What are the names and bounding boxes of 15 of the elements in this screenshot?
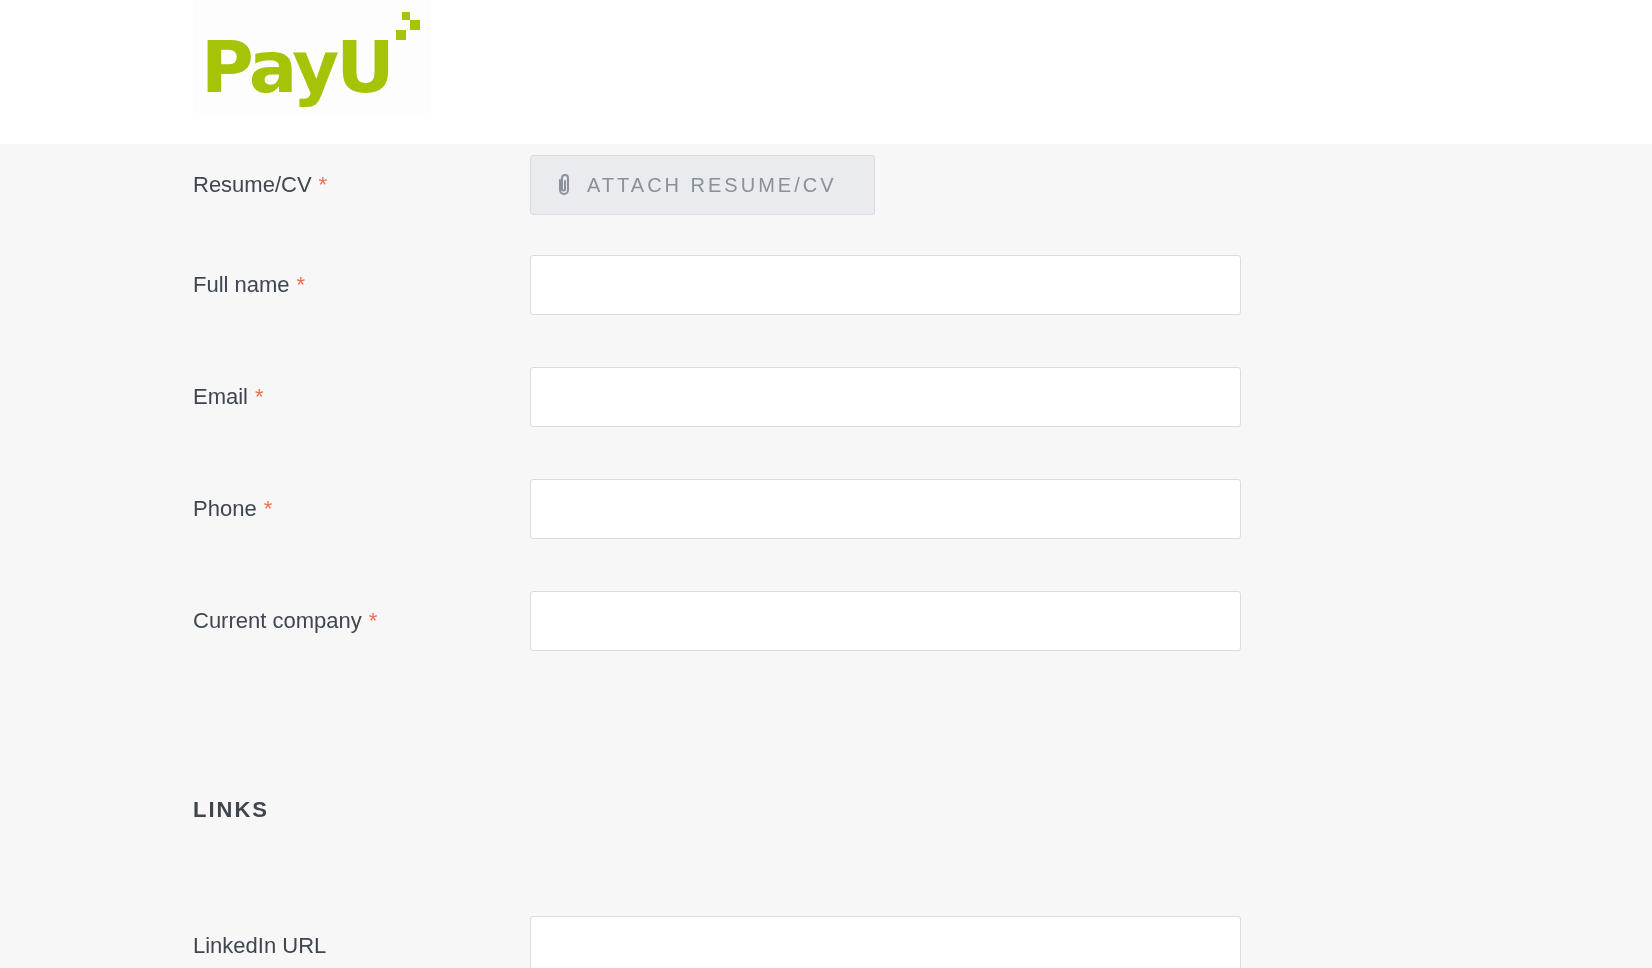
field-label: Email *	[193, 383, 265, 410]
text-field[interactable]	[530, 366, 1241, 427]
field-label: LinkedIn URL	[193, 932, 328, 959]
text-field[interactable]	[530, 254, 1241, 315]
field-label: Phone *	[193, 495, 274, 522]
section-heading: LINKS	[193, 797, 269, 823]
squares-icon	[395, 12, 420, 40]
text-field[interactable]	[530, 478, 1241, 539]
attach-button[interactable]: ATTACH RESUME/CV	[530, 155, 875, 215]
field-label: Full name *	[193, 271, 307, 298]
field-label: Resume/CV *	[193, 172, 329, 198]
field-label: Current company *	[193, 607, 379, 634]
text-field[interactable]	[530, 915, 1241, 968]
logo-text: PayU	[201, 24, 393, 111]
text-field[interactable]	[530, 590, 1241, 651]
